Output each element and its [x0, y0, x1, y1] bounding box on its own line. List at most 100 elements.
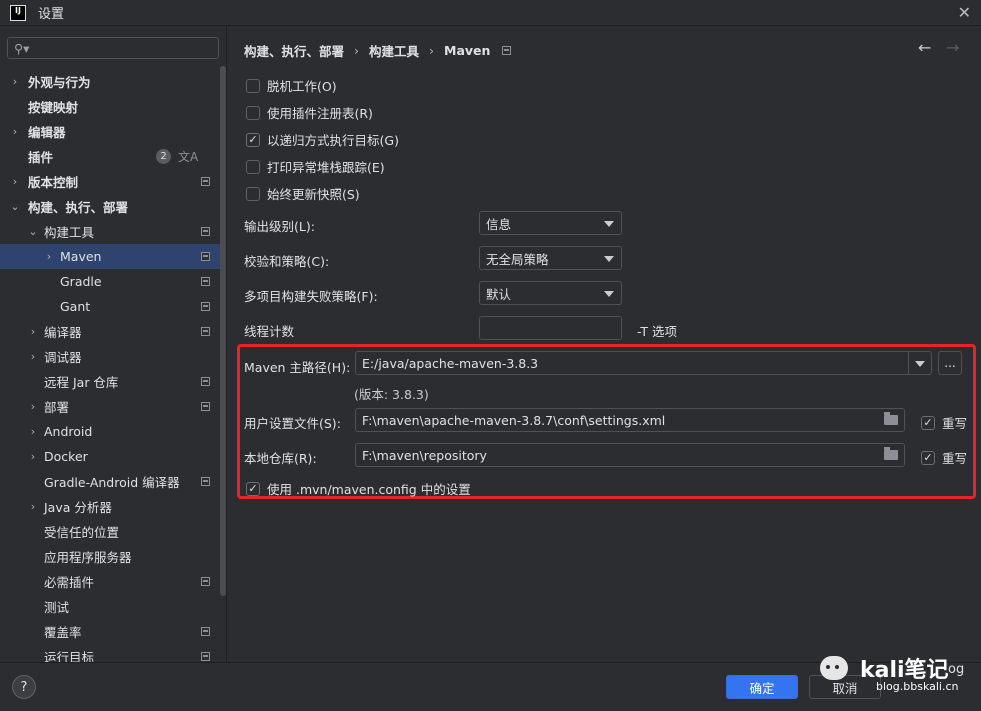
sidebar-item-label: Gant [60, 299, 91, 314]
sidebar-item-label: 构建工具 [44, 225, 95, 240]
sidebar-item[interactable]: › Android [0, 419, 226, 444]
sidebar-item[interactable]: › 部署 [0, 394, 226, 419]
plugin-registry-checkbox[interactable] [246, 105, 260, 120]
chevron-right-icon[interactable]: › [28, 450, 38, 463]
sidebar-item[interactable]: ⌄ 构建工具 [0, 219, 226, 244]
sidebar-item[interactable]: 运行目标 [0, 644, 226, 662]
breadcrumb-part[interactable]: 构建工具 [369, 41, 419, 60]
chevron-right-icon[interactable]: › [28, 400, 38, 413]
settings-sidebar: ⚲▾ › 外观与行为 按键映射 › 编辑器 插件 2 文A › 版本控制 ⌄ 构建、执行、部署 ⌄ 构建工… [0, 26, 227, 662]
maven-home-browse-button[interactable]: ... [938, 351, 962, 375]
sidebar-scrollbar[interactable] [220, 66, 226, 596]
sidebar-item-label: Docker [44, 449, 88, 464]
folder-icon[interactable] [884, 412, 898, 425]
sidebar-item[interactable]: 插件 2 文A [0, 144, 226, 169]
project-scope-icon [201, 177, 210, 186]
snapshots-label: 始终更新快照(S) [267, 187, 360, 202]
sidebar-item[interactable]: 测试 [0, 594, 226, 619]
search-icon: ⚲▾ [14, 40, 30, 56]
chevron-right-icon[interactable]: › [28, 425, 38, 438]
title-bar: IJ 设置 ✕ [0, 0, 981, 26]
sidebar-item[interactable]: Gradle [0, 269, 226, 294]
sidebar-item[interactable]: Gant [0, 294, 226, 319]
sidebar-item[interactable]: 覆盖率 [0, 619, 226, 644]
chevron-down-icon[interactable]: ⌄ [28, 225, 38, 238]
recursive-option[interactable]: ✓ 以递归方式执行目标(G) [246, 130, 399, 149]
sidebar-item[interactable]: › Docker [0, 444, 226, 469]
sidebar-item[interactable]: ⌄ 构建、执行、部署 [0, 194, 226, 219]
watermark-subtitle: blog.bbskali.cn [876, 680, 959, 693]
folder-icon[interactable] [884, 447, 898, 460]
maven-home-label: Maven 主路径(H): [244, 360, 351, 375]
sidebar-item-label: 外观与行为 [28, 75, 91, 90]
ok-button[interactable]: 确定 [726, 675, 798, 699]
sidebar-item[interactable]: 远程 Jar 仓库 [0, 369, 226, 394]
use-maven-config-label: 使用 .mvn/maven.config 中的设置 [267, 482, 471, 497]
user-settings-override[interactable]: ✓ 重写 [921, 413, 967, 432]
dropdown-arrow-icon [604, 221, 614, 227]
chevron-right-icon[interactable]: › [28, 500, 38, 513]
sidebar-item[interactable]: 按键映射 [0, 94, 226, 119]
use-maven-config-checkbox[interactable]: ✓ [246, 481, 260, 496]
project-scope-icon [201, 277, 210, 286]
sidebar-item[interactable]: › 编辑器 [0, 119, 226, 144]
thread-count-input[interactable] [479, 316, 622, 340]
sidebar-item[interactable]: › 编译器 [0, 319, 226, 344]
stacktrace-option[interactable]: 打印异常堆栈跟踪(E) [246, 157, 385, 176]
sidebar-item[interactable]: › 调试器 [0, 344, 226, 369]
chevron-right-icon[interactable]: › [10, 175, 20, 188]
maven-home-combo[interactable]: E:/java/apache-maven-3.8.3 [355, 351, 932, 375]
offline-checkbox[interactable] [246, 78, 260, 93]
search-input[interactable] [33, 41, 204, 55]
back-arrow-icon[interactable]: ← [918, 38, 931, 57]
local-repo-label: 本地仓库(R): [244, 451, 317, 466]
dropdown-arrow-icon[interactable] [915, 361, 925, 367]
plugin-registry-label: 使用插件注册表(R) [267, 106, 373, 121]
maven-version: (版本: 3.8.3) [354, 387, 429, 402]
breadcrumb: 构建、执行、部署 › 构建工具 › Maven [244, 41, 512, 60]
chevron-down-icon[interactable]: ⌄ [10, 200, 20, 213]
local-repo-override[interactable]: ✓ 重写 [921, 448, 967, 467]
chevron-right-icon[interactable]: › [10, 75, 20, 88]
offline-option[interactable]: 脱机工作(O) [246, 76, 337, 95]
user-settings-value: F:\maven\apache-maven-3.8.7\conf\setting… [362, 412, 666, 428]
sidebar-item[interactable]: › 版本控制 [0, 169, 226, 194]
sidebar-item-label: 应用程序服务器 [44, 550, 132, 565]
dropdown-arrow-icon [604, 256, 614, 262]
local-repo-override-checkbox[interactable]: ✓ [921, 450, 935, 465]
project-scope-icon [201, 252, 210, 261]
breadcrumb-part[interactable]: 构建、执行、部署 [244, 41, 344, 60]
local-repo-field[interactable]: F:\maven\repository [355, 443, 905, 467]
chevron-right-icon[interactable]: › [10, 125, 20, 138]
user-settings-field[interactable]: F:\maven\apache-maven-3.8.7\conf\setting… [355, 408, 905, 432]
user-settings-override-checkbox[interactable]: ✓ [921, 415, 935, 430]
sidebar-item[interactable]: › Maven [0, 244, 226, 269]
use-maven-config-option[interactable]: ✓ 使用 .mvn/maven.config 中的设置 [246, 479, 471, 498]
recursive-checkbox[interactable]: ✓ [246, 132, 260, 147]
help-button[interactable]: ? [12, 675, 36, 699]
output-level-dropdown[interactable]: 信息 [479, 211, 622, 235]
chevron-right-icon[interactable]: › [44, 250, 54, 263]
sidebar-item[interactable]: Gradle-Android 编译器 [0, 469, 226, 494]
settings-search[interactable]: ⚲▾ [7, 37, 219, 59]
chevron-right-icon[interactable]: › [28, 350, 38, 363]
sidebar-item[interactable]: 必需插件 [0, 569, 226, 594]
sidebar-item[interactable]: 受信任的位置 [0, 519, 226, 544]
failure-policy-dropdown[interactable]: 默认 [479, 281, 622, 305]
checksum-dropdown[interactable]: 无全局策略 [479, 246, 622, 270]
recursive-label: 以递归方式执行目标(G) [267, 133, 399, 148]
snapshots-option[interactable]: 始终更新快照(S) [246, 184, 360, 203]
user-settings-label: 用户设置文件(S): [244, 416, 341, 431]
plugin-registry-option[interactable]: 使用插件注册表(R) [246, 103, 373, 122]
sidebar-item-label: 调试器 [44, 350, 82, 365]
snapshots-checkbox[interactable] [246, 186, 260, 201]
sidebar-item[interactable]: › 外观与行为 [0, 69, 226, 94]
checksum-label: 校验和策略(C): [244, 254, 330, 269]
close-icon[interactable]: ✕ [958, 3, 971, 22]
stacktrace-checkbox[interactable] [246, 159, 260, 174]
breadcrumb-separator: › [354, 43, 360, 58]
sidebar-item[interactable]: 应用程序服务器 [0, 544, 226, 569]
project-scope-icon [201, 302, 210, 311]
chevron-right-icon[interactable]: › [28, 325, 38, 338]
sidebar-item[interactable]: › Java 分析器 [0, 494, 226, 519]
